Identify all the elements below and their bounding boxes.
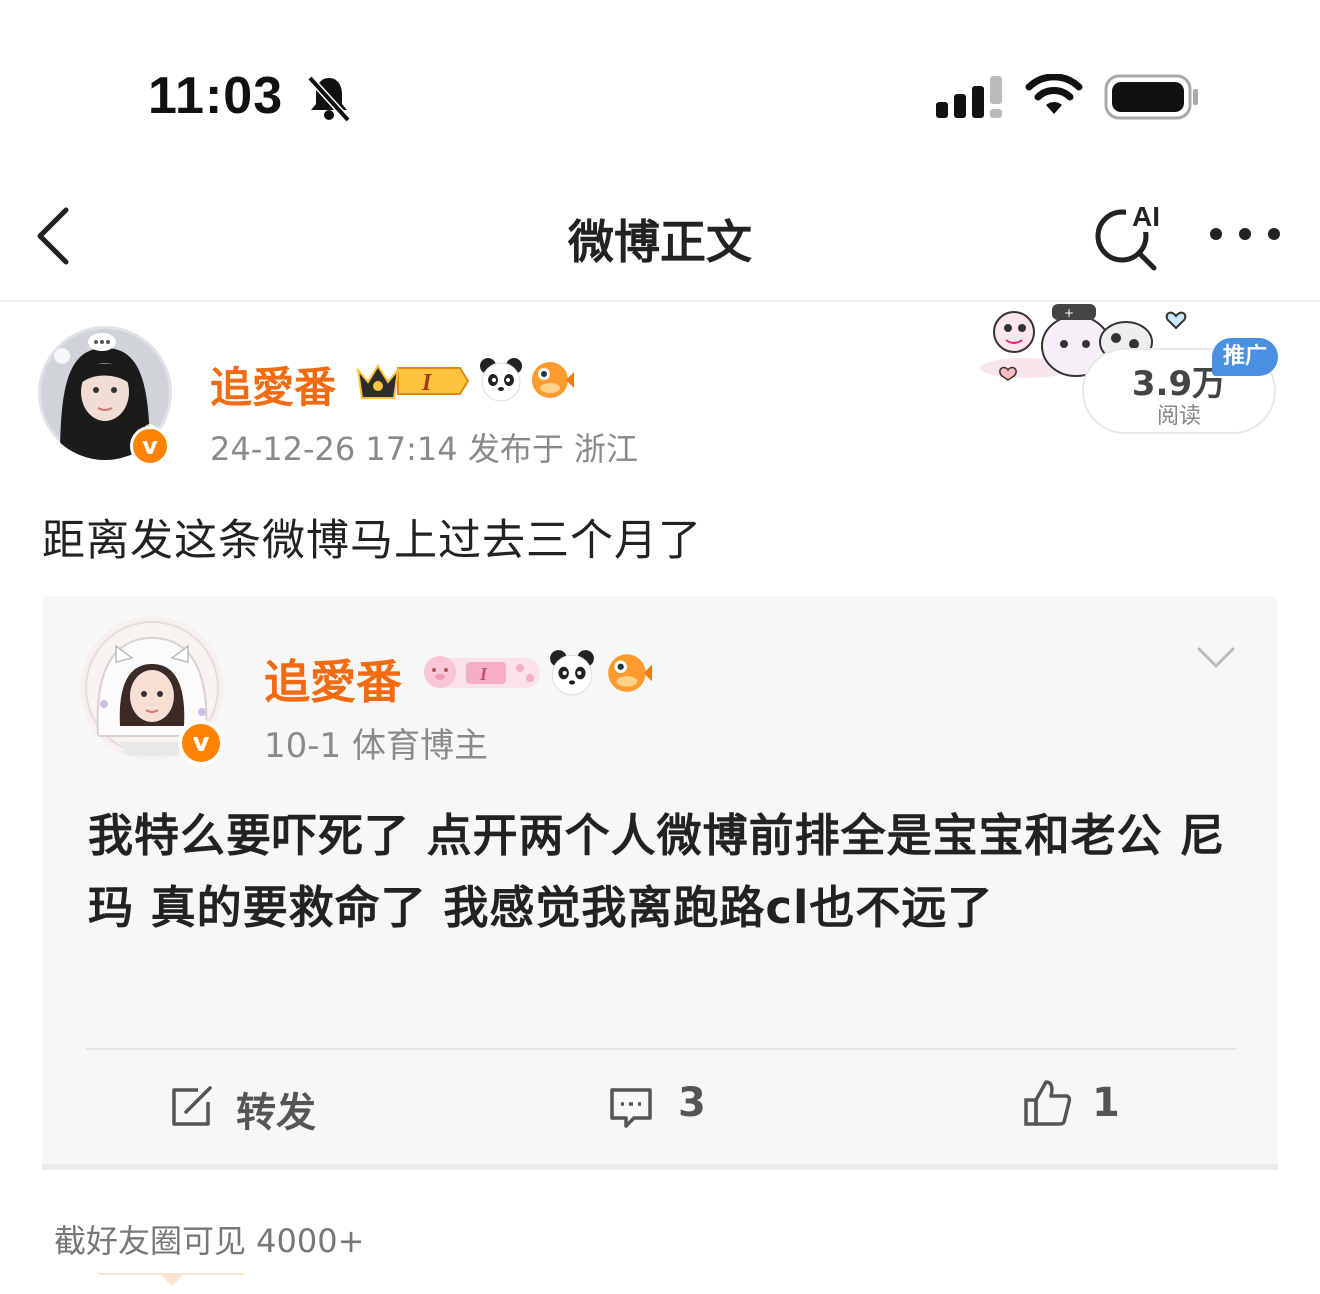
friends-circle-text[interactable]: 截好友圈可见 4000+	[54, 1216, 364, 1262]
wifi-icon	[1025, 74, 1083, 114]
crown-membership-badge-icon: I	[356, 364, 470, 399]
svg-text:I: I	[421, 370, 433, 396]
ai-search-icon[interactable]: AI	[1092, 198, 1172, 274]
thumbs-up-icon	[1024, 1080, 1072, 1126]
quoted-verified-badge: v	[178, 720, 224, 766]
post-timestamp-location: 24-12-26 17:14 发布于 浙江	[210, 430, 638, 468]
verified-badge: v	[130, 426, 170, 466]
panda-emoji-icon	[550, 650, 594, 696]
pufferfish-emoji-icon	[608, 654, 652, 692]
quoted-post-text: 我特么要吓死了 点开两个人微博前排全是宝宝和老公 尼玛 真的要救命了 我感觉我离…	[88, 809, 1226, 934]
pufferfish-emoji-icon	[532, 362, 574, 398]
tab-indicator	[98, 1273, 244, 1286]
more-options-icon[interactable]	[1206, 214, 1284, 254]
comment-icon	[610, 1088, 652, 1128]
repost-label: 转发	[236, 1090, 316, 1136]
chevron-down-icon[interactable]	[1196, 640, 1236, 674]
section-separator	[42, 1164, 1278, 1170]
quoted-post-meta: 10-1 体育博主	[264, 726, 488, 766]
read-count-label: 阅读	[1156, 404, 1201, 429]
repost-button[interactable]: 转发	[168, 1074, 368, 1138]
quoted-author-name[interactable]: 追愛番	[264, 646, 402, 712]
comment-button[interactable]: 3	[608, 1074, 728, 1138]
comment-count: 3	[678, 1080, 706, 1126]
status-time: 11:03	[148, 67, 284, 125]
silent-bell-icon	[307, 75, 351, 122]
pink-membership-badge-icon: I	[424, 656, 540, 688]
like-button[interactable]: 1	[1022, 1074, 1142, 1138]
svg-text:AI: AI	[1132, 201, 1160, 232]
repost-icon	[172, 1086, 212, 1126]
panda-emoji-icon	[480, 358, 522, 402]
post-body-text: 距离发这条微博马上过去三个月了	[42, 516, 702, 566]
quoted-post-divider	[86, 1048, 1236, 1050]
like-count: 1	[1092, 1080, 1120, 1126]
promotion-tag[interactable]: 推广	[1212, 338, 1278, 376]
author-name[interactable]: 追愛番	[210, 354, 336, 415]
svg-text:+: +	[1064, 306, 1074, 320]
cellular-signal-icon	[936, 76, 1002, 118]
battery-icon	[1104, 74, 1198, 120]
svg-text:I: I	[479, 664, 488, 684]
